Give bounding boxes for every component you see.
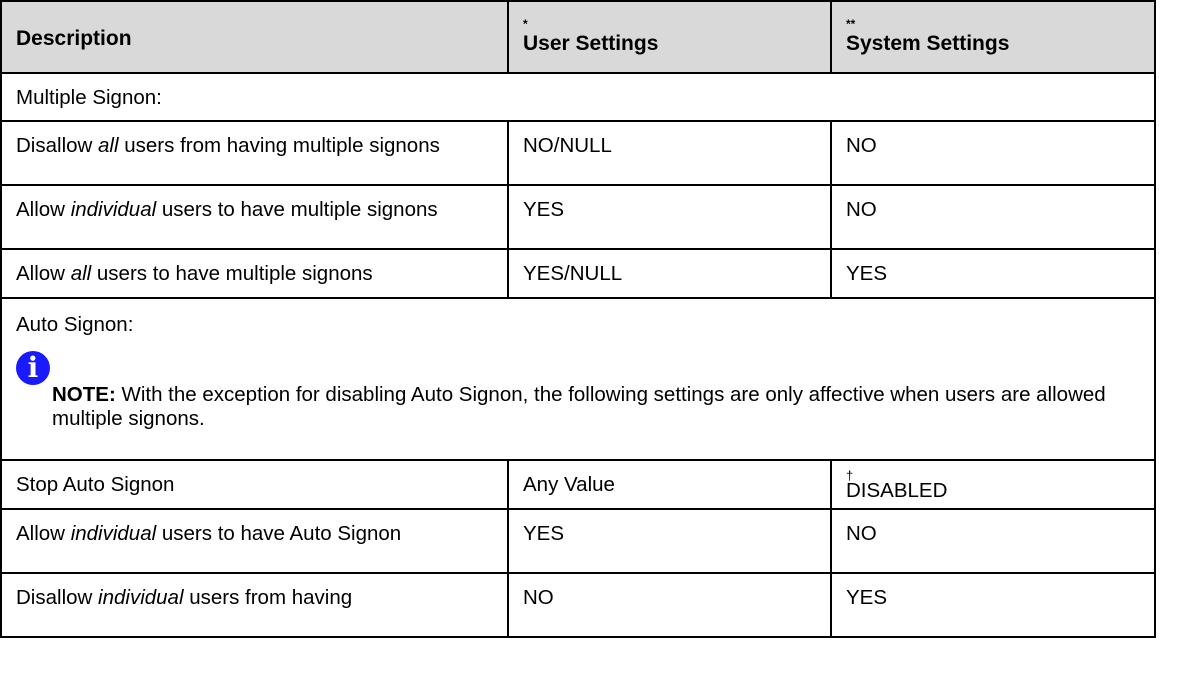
row-description: Disallow individual users from having	[0, 572, 509, 638]
table-row: Allow all users to have multiple signons…	[0, 248, 1156, 299]
header-row: Description * User Settings ** System Se…	[0, 0, 1156, 74]
row-description: Disallow all users from having multiple …	[0, 120, 509, 186]
row-user-setting: YES	[507, 184, 832, 250]
row-system-setting: NO	[830, 508, 1156, 574]
row-description: Allow individual users to have Auto Sign…	[0, 508, 509, 574]
row-description: Allow individual users to have multiple …	[0, 184, 509, 250]
header-user-settings: * User Settings	[507, 0, 832, 74]
row-user-setting: NO	[507, 572, 832, 638]
table-row: Stop Auto Signon Any Value † DISABLED	[0, 459, 1156, 510]
header-system-settings: ** System Settings	[830, 0, 1156, 74]
row-system-setting: NO	[830, 120, 1156, 186]
row-user-setting: NO/NULL	[507, 120, 832, 186]
note-label: NOTE:	[52, 383, 116, 406]
note-block: i NOTE: With the exception for disabling…	[16, 351, 1140, 431]
header-description: Description	[0, 0, 509, 74]
table-row: Allow individual users to have Auto Sign…	[0, 508, 1156, 574]
row-user-setting: YES/NULL	[507, 248, 832, 299]
row-system-setting: NO	[830, 184, 1156, 250]
system-setting-value: DISABLED	[846, 479, 948, 502]
table-row: Disallow all users from having multiple …	[0, 120, 1156, 186]
dagger-footnote-mark: †	[846, 468, 854, 483]
note-body: With the exception for disabling Auto Si…	[52, 383, 1106, 430]
user-settings-label: User Settings	[523, 32, 659, 55]
row-user-setting: Any Value	[507, 459, 832, 510]
note-text: NOTE: With the exception for disabling A…	[16, 351, 1140, 431]
table-row: Disallow individual users from having NO…	[0, 572, 1156, 638]
row-description: Stop Auto Signon	[0, 459, 509, 510]
section-row-multiple-signon: Multiple Signon:	[0, 72, 1156, 122]
row-system-setting: YES	[830, 248, 1156, 299]
row-user-setting: YES	[507, 508, 832, 574]
auto-signon-section: Auto Signon: i NOTE: With the exception …	[0, 297, 1156, 461]
system-settings-footnote-mark: **	[846, 17, 856, 31]
section-row-auto-signon: Auto Signon: i NOTE: With the exception …	[0, 297, 1156, 461]
row-description: Allow all users to have multiple signons	[0, 248, 509, 299]
settings-table: Description * User Settings ** System Se…	[0, 0, 1156, 638]
section-title: Auto Signon:	[16, 313, 134, 336]
row-system-setting: YES	[830, 572, 1156, 638]
info-icon: i	[16, 351, 50, 385]
section-title: Multiple Signon:	[0, 72, 1156, 122]
row-system-setting: † DISABLED	[830, 459, 1156, 510]
user-settings-footnote-mark: *	[523, 17, 528, 31]
table-row: Allow individual users to have multiple …	[0, 184, 1156, 250]
system-settings-label: System Settings	[846, 32, 1010, 55]
